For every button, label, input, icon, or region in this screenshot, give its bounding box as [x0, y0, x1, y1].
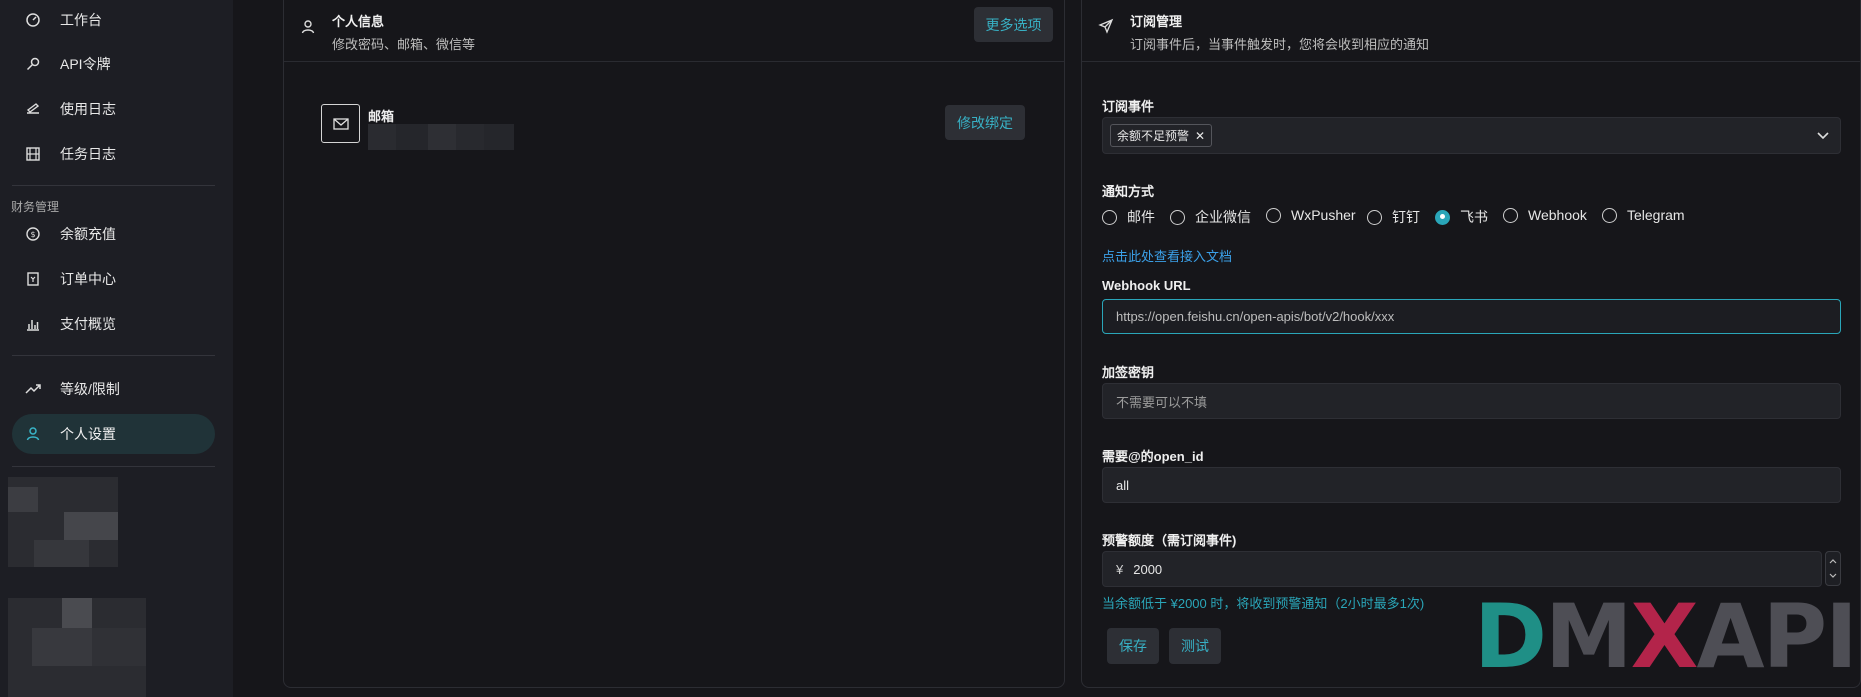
events-select[interactable]: 余额不足预警 ✕ [1102, 117, 1841, 154]
send-icon [1098, 18, 1116, 36]
method-label: 通知方式 [1102, 184, 1155, 199]
radio-dingtalk[interactable]: 钉钉 [1367, 207, 1420, 227]
sidebar: 工作台 API令牌 使用日志 任务日志 财务管理 $ 余额充值 订单中心 支付概… [0, 0, 233, 697]
sidebar-item-label: 使用日志 [60, 101, 116, 117]
sidebar-item-label: 等级/限制 [60, 381, 120, 397]
radio-circle[interactable] [1266, 207, 1281, 223]
radio-circle[interactable] [1102, 209, 1117, 225]
event-tag: 余额不足预警 ✕ [1110, 124, 1213, 147]
email-label: 邮箱 [368, 109, 395, 124]
radio-circle[interactable] [1170, 209, 1185, 225]
dashboard-icon [24, 11, 42, 29]
sidebar-item-level-limits[interactable]: 等级/限制 [12, 369, 215, 409]
chevron-down-icon[interactable] [1816, 128, 1830, 145]
sidebar-item-recharge[interactable]: $ 余额充值 [12, 214, 215, 254]
radio-circle-selected[interactable] [1435, 209, 1450, 225]
radio-label: WxPusher [1291, 207, 1356, 223]
remove-tag-icon[interactable]: ✕ [1195, 129, 1205, 143]
user-icon [24, 425, 42, 443]
mail-icon [321, 104, 360, 143]
radio-circle[interactable] [1503, 207, 1518, 223]
threshold-input[interactable]: ¥ 2000 [1102, 551, 1822, 587]
profile-card-header: 个人信息 修改密码、邮箱、微信等 更多选项 [284, 0, 1064, 62]
email-value-redacted [368, 124, 514, 150]
key-icon [24, 55, 42, 73]
logo-d: D [1474, 585, 1547, 688]
user-icon [300, 19, 318, 37]
threshold-hint: 当余额低于 ¥2000 时，将收到预警通知（2小时最多1次) [1102, 596, 1425, 611]
radio-label: 飞书 [1460, 209, 1488, 225]
radio-label: Webhook [1528, 207, 1587, 223]
open-id-input[interactable]: all [1102, 467, 1841, 503]
sidebar-item-usage-log[interactable]: 使用日志 [12, 89, 215, 129]
webhook-url-label: Webhook URL [1102, 278, 1191, 293]
film-icon [24, 145, 42, 163]
order-icon [24, 270, 42, 288]
sidebar-item-label: 余额充值 [60, 226, 116, 242]
sidebar-item-label: 任务日志 [60, 146, 116, 162]
save-button[interactable]: 保存 [1107, 628, 1159, 664]
radio-feishu[interactable]: 飞书 [1435, 207, 1488, 227]
radio-email[interactable]: 邮件 [1102, 207, 1155, 227]
number-stepper[interactable] [1825, 551, 1841, 586]
secret-input[interactable]: 不需要可以不填 [1102, 383, 1841, 419]
logo-x: X [1630, 585, 1699, 688]
sidebar-item-label: 个人设置 [60, 426, 116, 442]
radio-label: 企业微信 [1195, 209, 1251, 225]
radio-circle[interactable] [1602, 207, 1617, 223]
svg-text:$: $ [30, 230, 35, 239]
radio-telegram[interactable]: Telegram [1602, 207, 1685, 223]
trending-up-icon [24, 380, 42, 398]
doc-link[interactable]: 点击此处查看接入文档 [1102, 246, 1232, 265]
events-label: 订阅事件 [1102, 99, 1155, 114]
radio-wecom[interactable]: 企业微信 [1170, 207, 1251, 227]
sidebar-item-label: 工作台 [60, 12, 102, 28]
sidebar-item-payment-overview[interactable]: 支付概览 [12, 304, 215, 344]
sidebar-item-label: API令牌 [60, 56, 111, 72]
radio-webhook[interactable]: Webhook [1503, 207, 1587, 223]
subscription-card-header: 订阅管理 订阅事件后，当事件触发时，您将会收到相应的通知 [1082, 0, 1860, 62]
logo-m: M [1545, 585, 1633, 688]
card-title: 个人信息 [332, 14, 385, 29]
sidebar-item-label: 支付概览 [60, 316, 116, 332]
sidebar-item-api-token[interactable]: API令牌 [12, 44, 215, 84]
sidebar-item-personal-settings[interactable]: 个人设置 [12, 414, 215, 454]
card-title: 订阅管理 [1130, 14, 1183, 29]
sidebar-item-label: 订单中心 [60, 271, 116, 287]
sidebar-section-finance: 财务管理 [11, 200, 60, 214]
change-binding-button[interactable]: 修改绑定 [945, 105, 1025, 140]
test-button[interactable]: 测试 [1169, 628, 1221, 664]
threshold-label: 预警额度（需订阅事件) [1102, 533, 1237, 548]
more-options-button[interactable]: 更多选项 [974, 7, 1053, 42]
sidebar-item-orders[interactable]: 订单中心 [12, 259, 215, 299]
profile-card: 个人信息 修改密码、邮箱、微信等 更多选项 邮箱 修改绑定 [283, 0, 1065, 688]
radio-label: 邮件 [1127, 209, 1155, 225]
currency-prefix: ¥ [1116, 561, 1124, 577]
secret-label: 加签密钥 [1102, 365, 1155, 380]
sidebar-item-task-log[interactable]: 任务日志 [12, 134, 215, 174]
radio-wxpusher[interactable]: WxPusher [1266, 207, 1356, 223]
sidebar-divider [12, 185, 215, 186]
coin-icon: $ [24, 225, 42, 243]
radio-label: Telegram [1627, 207, 1685, 223]
sidebar-item-dashboard[interactable]: 工作台 [12, 0, 215, 40]
card-subtitle: 订阅事件后，当事件触发时，您将会收到相应的通知 [1130, 37, 1430, 52]
sidebar-divider [12, 355, 215, 356]
chart-bar-icon [24, 315, 42, 333]
card-subtitle: 修改密码、邮箱、微信等 [332, 37, 476, 52]
event-tag-label: 余额不足预警 [1117, 129, 1190, 143]
sidebar-divider [12, 466, 215, 467]
dmxapi-logo: DMXAPI [1474, 593, 1858, 681]
open-id-label: 需要@的open_id [1102, 449, 1204, 464]
logo-api: API [1696, 585, 1857, 688]
radio-circle[interactable] [1367, 209, 1382, 225]
log-icon [24, 100, 42, 118]
threshold-value: 2000 [1133, 561, 1163, 577]
radio-label: 钉钉 [1392, 209, 1420, 225]
webhook-url-input[interactable]: https://open.feishu.cn/open-apis/bot/v2/… [1102, 299, 1841, 334]
